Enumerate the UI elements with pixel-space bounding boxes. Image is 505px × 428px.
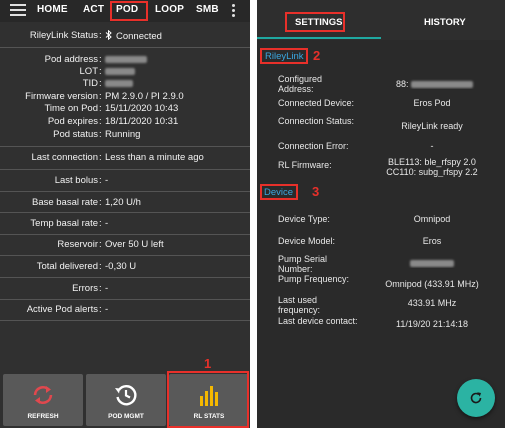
refresh-fab-button[interactable] — [457, 379, 495, 417]
tab-bar: SETTINGS HISTORY — [257, 0, 505, 40]
tab-indicator — [257, 37, 381, 39]
tab-smb[interactable]: SMB — [196, 4, 219, 15]
divider — [0, 234, 250, 235]
row-pod-expires: Pod expires: 18/11/2020 10:31 — [47, 116, 179, 127]
redacted-value — [105, 55, 147, 63]
redacted-value — [105, 67, 135, 75]
divider — [0, 320, 250, 321]
refresh-icon — [33, 386, 53, 404]
divider — [0, 191, 250, 192]
history-clock-icon — [115, 385, 137, 406]
row-pod-address: Pod address: — [0, 54, 250, 66]
divider — [0, 299, 250, 300]
divider — [0, 169, 250, 170]
row-last-connection: Last connection: Less than a minute ago — [31, 152, 204, 163]
tab-history[interactable]: HISTORY — [424, 17, 466, 28]
row-rileylink-status: RileyLink Status : Connected — [29, 29, 162, 42]
button-label: POD MGMT — [108, 413, 144, 420]
panel-gap — [250, 0, 257, 428]
divider — [0, 212, 250, 213]
pod-mgmt-button[interactable]: POD MGMT — [86, 374, 166, 426]
row-label: RileyLink Status — [29, 30, 98, 41]
button-label: REFRESH — [27, 413, 59, 420]
refresh-button[interactable]: REFRESH — [3, 374, 83, 426]
redacted-value — [410, 81, 473, 89]
row-pod-status: Pod status: Running — [53, 129, 141, 140]
row-base-basal-rate: Base basal rate: 1,20 U/h — [31, 197, 141, 208]
highlight-box-rl-stats — [167, 371, 249, 428]
hamburger-menu-icon[interactable] — [10, 4, 26, 18]
row-errors: Errors: - — [72, 283, 109, 294]
rileylink-stats-screen: SETTINGS HISTORY RileyLink 2 Configured … — [257, 0, 505, 428]
divider — [0, 146, 250, 147]
refresh-icon — [470, 392, 482, 404]
annotation-1: 1 — [204, 356, 212, 371]
row-last-bolus: Last bolus: - — [54, 175, 109, 186]
annotation-2: 2 — [313, 48, 321, 63]
row-lot: LOT: — [0, 66, 250, 78]
row-reservoir: Reservoir: Over 50 U left — [57, 239, 164, 250]
highlight-box-device — [260, 184, 298, 200]
highlight-box-pod-tab — [110, 1, 148, 21]
redacted-value — [105, 79, 133, 87]
row-tid: TID: — [0, 78, 250, 90]
redacted-value — [410, 260, 454, 268]
annotation-3: 3 — [312, 184, 320, 199]
highlight-box-settings-tab — [285, 12, 345, 32]
tab-act[interactable]: ACT — [83, 4, 104, 15]
row-time-on-pod: Time on Pod: 15/11/2020 10:43 — [44, 103, 179, 114]
row-value: Connected — [116, 31, 162, 42]
row-firmware-version: Firmware version: PM 2.9.0 / PI 2.9.0 — [25, 91, 184, 102]
highlight-box-rileylink — [260, 48, 308, 64]
overflow-menu-icon[interactable] — [232, 4, 236, 19]
tab-bar: HOME ACT POD LOOP SMB — [0, 0, 250, 22]
row-temp-basal-rate: Temp basal rate: - — [30, 218, 109, 229]
divider — [0, 255, 250, 256]
row-total-delivered: Total delivered: -0,30 U — [36, 261, 137, 272]
tab-home[interactable]: HOME — [37, 4, 68, 15]
pod-overview-screen: HOME ACT POD LOOP SMB RileyLink Status :… — [0, 0, 250, 428]
bluetooth-icon — [105, 29, 112, 41]
tab-loop[interactable]: LOOP — [155, 4, 184, 15]
row-active-pod-alerts: Active Pod alerts: - — [26, 304, 109, 315]
divider — [0, 277, 250, 278]
divider — [0, 47, 250, 48]
